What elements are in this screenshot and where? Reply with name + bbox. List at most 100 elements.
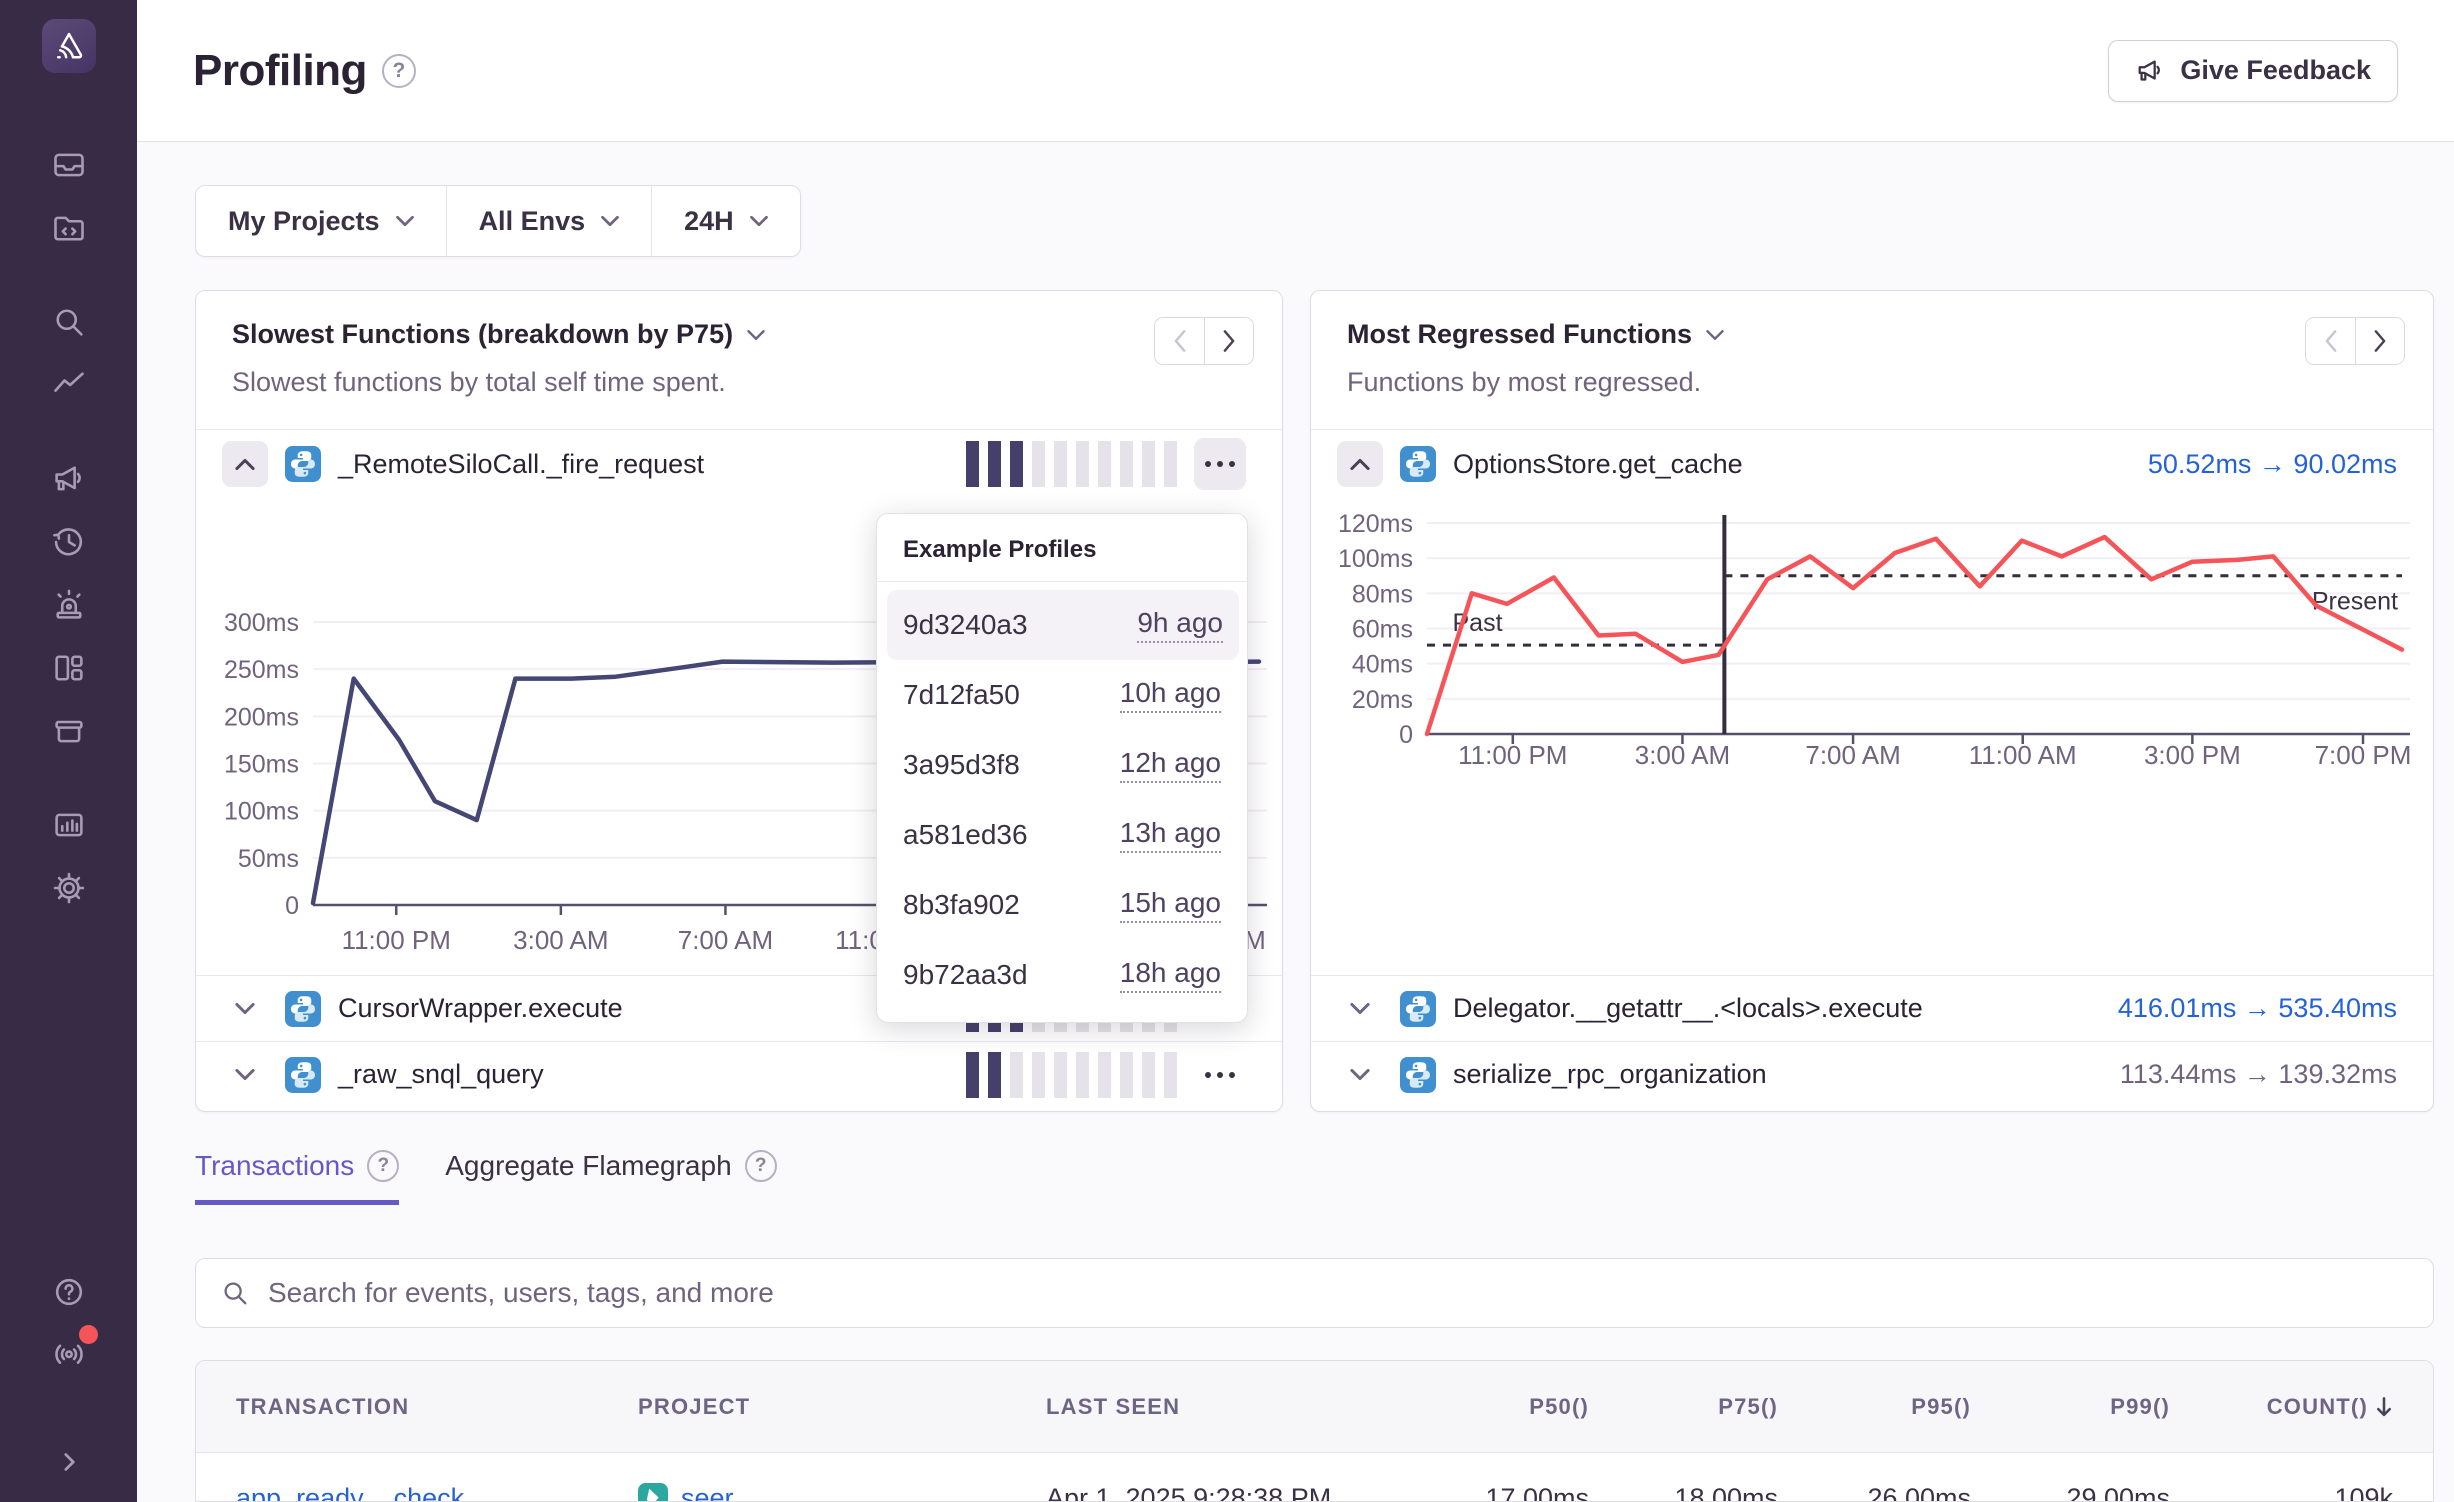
profile-item[interactable]: 8b3fa902 15h ago <box>877 870 1247 940</box>
expand-chevron-down-icon[interactable] <box>222 1052 268 1098</box>
profile-id[interactable]: 8b3fa902 <box>903 889 1020 921</box>
profile-age[interactable]: 18h ago <box>1120 957 1221 993</box>
explore-code-icon[interactable] <box>49 208 89 248</box>
search-input[interactable] <box>268 1277 2409 1309</box>
content: My Projects All Envs 24H 050ms100ms150ms… <box>137 142 2454 1502</box>
expand-chevron-down-icon[interactable] <box>222 986 268 1032</box>
profile-age[interactable]: 12h ago <box>1120 747 1221 783</box>
column-header-p75[interactable]: P75() <box>1589 1394 1778 1420</box>
profile-item[interactable]: 9d3240a3 9h ago <box>887 590 1239 660</box>
p75-cell: 18.00ms <box>1589 1483 1778 1502</box>
alerts-siren-icon[interactable] <box>49 585 89 625</box>
issues-icon[interactable] <box>49 145 89 185</box>
tab-help-icon[interactable]: ? <box>367 1150 399 1182</box>
function-row: serialize_rpc_organization 113.44ms → 13… <box>1311 1041 2433 1107</box>
topbar: Profiling ? Give Feedback <box>137 0 2454 142</box>
column-header-count[interactable]: COUNT() <box>2170 1394 2393 1420</box>
prev-page-button[interactable] <box>2306 318 2355 364</box>
sidebar-expand-chevron-icon[interactable] <box>49 1442 89 1482</box>
expand-chevron-down-icon[interactable] <box>1337 986 1383 1032</box>
row-options-button[interactable] <box>1194 1049 1246 1101</box>
help-icon[interactable] <box>49 1272 89 1312</box>
projects-filter-dropdown[interactable]: My Projects <box>196 186 446 256</box>
profile-id[interactable]: a581ed36 <box>903 819 1028 851</box>
profile-item[interactable]: 3a95d3f8 12h ago <box>877 730 1247 800</box>
prev-page-button[interactable] <box>1155 318 1204 364</box>
table-header: TRANSACTION PROJECT LAST SEEN P50() P75(… <box>196 1361 2433 1453</box>
regression-change[interactable]: 416.01ms → 535.40ms <box>2118 993 2397 1024</box>
settings-gear-icon[interactable] <box>49 868 89 908</box>
duration-bars <box>966 441 1177 487</box>
column-header-last-seen[interactable]: LAST SEEN <box>1046 1394 1399 1420</box>
profile-age[interactable]: 13h ago <box>1120 817 1221 853</box>
row-options-button[interactable] <box>1194 438 1246 490</box>
slowest-panel-title-dropdown[interactable]: Slowest Functions (breakdown by P75) <box>232 319 765 350</box>
time-range-label: 24H <box>684 206 734 237</box>
function-name[interactable]: serialize_rpc_organization <box>1453 1059 1767 1090</box>
p95-cell: 26.00ms <box>1778 1483 1971 1502</box>
sidebar-nav <box>49 145 89 931</box>
project-cell[interactable]: seer <box>638 1483 1046 1502</box>
tab-aggregate-flamegraph[interactable]: Aggregate Flamegraph ? <box>445 1150 776 1205</box>
sentry-logo[interactable] <box>42 19 96 73</box>
chevron-down-icon <box>396 215 414 227</box>
profile-id[interactable]: 7d12fa50 <box>903 679 1020 711</box>
regressed-panel-subtitle: Functions by most regressed. <box>1347 367 2397 398</box>
profile-item[interactable]: a581ed36 13h ago <box>877 800 1247 870</box>
function-name[interactable]: Delegator.__getattr__.<locals>.execute <box>1453 993 1923 1024</box>
column-header-p95[interactable]: P95() <box>1778 1394 1971 1420</box>
transactions-table: TRANSACTION PROJECT LAST SEEN P50() P75(… <box>195 1360 2434 1502</box>
page-help-icon[interactable]: ? <box>382 54 416 88</box>
tab-transactions[interactable]: Transactions ? <box>195 1150 399 1205</box>
releases-icon[interactable] <box>49 711 89 751</box>
regression-change[interactable]: 50.52ms → 90.02ms <box>2148 449 2397 480</box>
function-name[interactable]: OptionsStore.get_cache <box>1453 449 1743 480</box>
profile-age[interactable]: 9h ago <box>1137 607 1223 643</box>
give-feedback-button[interactable]: Give Feedback <box>2108 40 2398 102</box>
expand-chevron-down-icon[interactable] <box>1337 1052 1383 1098</box>
profile-item[interactable]: 7d12fa50 10h ago <box>877 660 1247 730</box>
column-header-transaction[interactable]: TRANSACTION <box>236 1394 638 1420</box>
profile-id[interactable]: 9d3240a3 <box>903 609 1028 641</box>
projects-filter-label: My Projects <box>228 206 380 237</box>
dashboards-icon[interactable] <box>49 648 89 688</box>
profile-age[interactable]: 10h ago <box>1120 677 1221 713</box>
transaction-link[interactable]: app_ready__check <box>236 1483 638 1502</box>
chart-area <box>1311 498 2433 975</box>
profile-id[interactable]: 9b72aa3d <box>903 959 1028 991</box>
collapse-chevron-up-icon[interactable] <box>222 441 268 487</box>
function-name[interactable]: CursorWrapper.execute <box>338 993 623 1024</box>
function-name[interactable]: _RemoteSiloCall._fire_request <box>338 449 704 480</box>
python-icon <box>285 1057 321 1093</box>
column-header-project[interactable]: PROJECT <box>638 1394 1046 1420</box>
regressed-panel-title-dropdown[interactable]: Most Regressed Functions <box>1347 319 1724 350</box>
regression-change[interactable]: 113.44ms → 139.32ms <box>2120 1059 2397 1090</box>
profile-age[interactable]: 15h ago <box>1120 887 1221 923</box>
profile-id[interactable]: 3a95d3f8 <box>903 749 1020 781</box>
slowest-panel-pager <box>1154 317 1254 365</box>
python-icon <box>1400 446 1436 482</box>
column-header-p50[interactable]: P50() <box>1399 1394 1589 1420</box>
collapse-chevron-up-icon[interactable] <box>1337 441 1383 487</box>
time-range-dropdown[interactable]: 24H <box>651 186 800 256</box>
sidebar <box>0 0 137 1502</box>
search-icon[interactable] <box>49 302 89 342</box>
performance-icon[interactable] <box>49 365 89 405</box>
chevron-down-icon <box>1706 329 1724 341</box>
function-name[interactable]: _raw_snql_query <box>338 1059 544 1090</box>
replays-icon[interactable] <box>49 522 89 562</box>
next-page-button[interactable] <box>2355 318 2404 364</box>
table-row[interactable]: app_ready__check seer Apr 1, 2025 9:28:3… <box>196 1453 2433 1502</box>
search-icon <box>220 1278 250 1308</box>
column-header-p99[interactable]: P99() <box>1971 1394 2170 1420</box>
next-page-button[interactable] <box>1204 318 1253 364</box>
count-label: COUNT() <box>2267 1394 2368 1420</box>
tab-help-icon[interactable]: ? <box>745 1150 777 1182</box>
python-icon <box>285 446 321 482</box>
feedback-megaphone-icon[interactable] <box>49 459 89 499</box>
tab-bar: Transactions ? Aggregate Flamegraph ? <box>195 1150 777 1205</box>
envs-filter-dropdown[interactable]: All Envs <box>446 186 652 256</box>
chevron-down-icon <box>750 215 768 227</box>
profile-item[interactable]: 9b72aa3d 18h ago <box>877 940 1247 1010</box>
stats-icon[interactable] <box>49 805 89 845</box>
